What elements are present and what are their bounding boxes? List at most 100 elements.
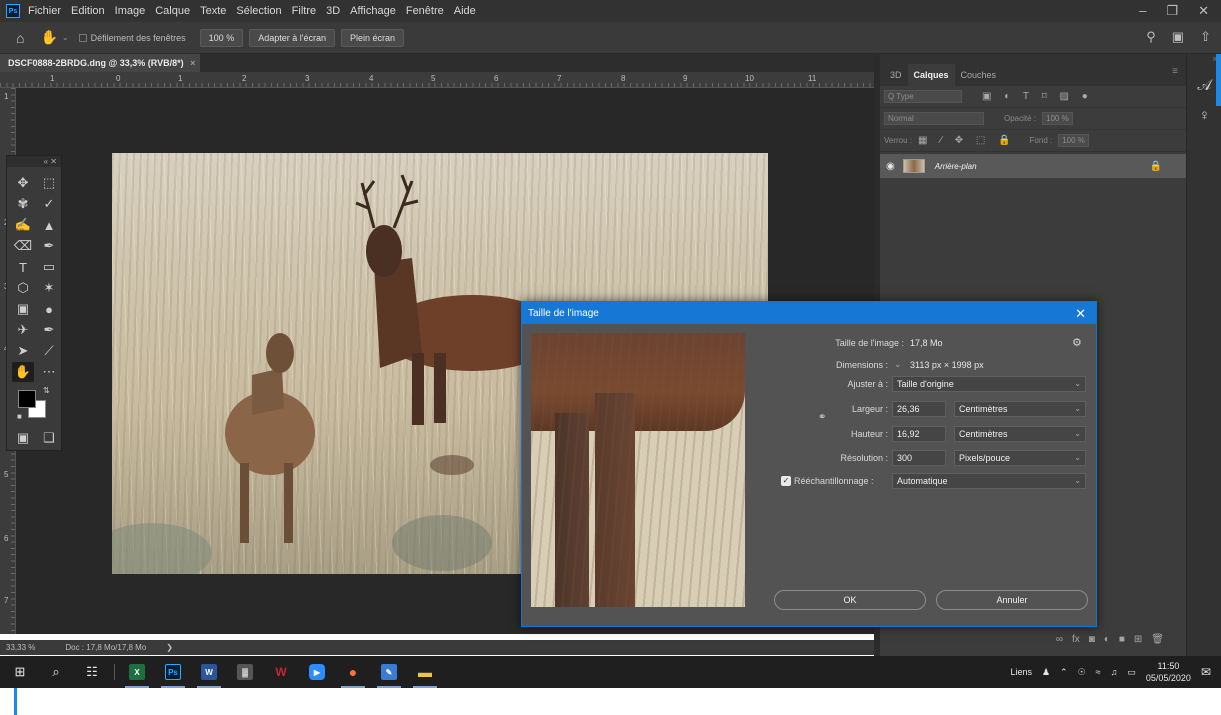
- close-tab-icon[interactable]: ×: [190, 58, 195, 68]
- resolution-unit-select[interactable]: Pixels/pouce ⌄: [954, 450, 1086, 466]
- link-layers-icon[interactable]: ∞: [1056, 634, 1063, 650]
- hand-tool-icon[interactable]: ✋: [12, 362, 34, 382]
- stamp-tool-icon[interactable]: ▲: [38, 215, 60, 235]
- word-app[interactable]: W: [191, 656, 227, 688]
- lasso-tool-icon[interactable]: ✾: [12, 194, 34, 214]
- quick-mask-icon[interactable]: ▣: [12, 428, 34, 448]
- lock-icons[interactable]: ▦ ∕ ✥ ⬚ 🔒: [918, 135, 1016, 146]
- menu-image[interactable]: Image: [115, 5, 146, 17]
- calculator-app[interactable]: ▓: [227, 656, 263, 688]
- default-colors-icon[interactable]: ■: [17, 412, 22, 421]
- height-unit-select[interactable]: Centimètres ⌄: [954, 426, 1086, 442]
- tools-panel-header[interactable]: « ✕: [7, 156, 61, 167]
- marquee-tool-icon[interactable]: ⬚: [38, 173, 60, 193]
- document-tab[interactable]: DSCF0888-2BRDG.dng @ 33,3% (RVB/8*) ×: [0, 54, 200, 72]
- fit-screen-button[interactable]: Adapter à l'écran: [249, 28, 335, 47]
- windows-start-icon[interactable]: ⊞: [2, 656, 38, 688]
- eraser-tool-icon[interactable]: ⌫: [12, 236, 34, 256]
- settings-gear-icon[interactable]: ⚙: [1072, 336, 1082, 349]
- menu-fenetre[interactable]: Fenêtre: [406, 5, 444, 17]
- restore-icon[interactable]: ❐: [1166, 3, 1178, 19]
- path-select-tool-icon[interactable]: ➤: [12, 341, 34, 361]
- ok-button[interactable]: OK: [774, 590, 926, 610]
- height-field[interactable]: 16,92: [892, 426, 946, 442]
- fill-screen-button[interactable]: Plein écran: [340, 28, 404, 47]
- fill-field[interactable]: 100 %: [1058, 134, 1089, 147]
- menu-texte[interactable]: Texte: [200, 5, 226, 17]
- resolution-field[interactable]: 300: [892, 450, 946, 466]
- tool-preset-chevron-icon[interactable]: ⌄: [62, 33, 69, 42]
- foreground-color-swatch[interactable]: [18, 390, 36, 408]
- volume-icon[interactable]: ♫: [1111, 667, 1118, 677]
- quick-select-tool-icon[interactable]: ✓: [38, 194, 60, 214]
- menu-3d[interactable]: 3D: [326, 5, 340, 17]
- dialog-title-bar[interactable]: Taille de l'image ✕: [522, 302, 1096, 324]
- menu-filtre[interactable]: Filtre: [292, 5, 316, 17]
- scroll-all-windows-checkbox[interactable]: Défilement des fenêtres: [78, 33, 186, 43]
- photoshop-app[interactable]: Ps: [155, 656, 191, 688]
- wifi-icon[interactable]: ≈: [1096, 667, 1101, 677]
- layer-name[interactable]: Arrière-plan: [935, 162, 977, 171]
- close-icon[interactable]: ✕: [1075, 306, 1086, 322]
- notifications-icon[interactable]: ✉: [1201, 665, 1211, 679]
- gradient-fill-tool-icon[interactable]: ▣: [12, 299, 34, 319]
- swap-colors-icon[interactable]: ⇅: [43, 386, 50, 395]
- share-icon[interactable]: ⇧: [1200, 29, 1211, 45]
- menu-selection[interactable]: Sélection: [236, 5, 281, 17]
- firefox-app[interactable]: ●: [335, 656, 371, 688]
- cancel-button[interactable]: Annuler: [936, 590, 1088, 610]
- battery-icon[interactable]: ▭: [1127, 667, 1136, 678]
- workspace-icon[interactable]: ▣: [1172, 29, 1184, 45]
- panel-menu-icon[interactable]: ≡: [1172, 66, 1178, 77]
- adjustment-layer-icon[interactable]: ◐: [1104, 634, 1110, 650]
- layer-row-background[interactable]: ◉ Arrière-plan 🔒: [880, 154, 1186, 178]
- type-tool-icon[interactable]: T: [12, 257, 34, 277]
- people-icon[interactable]: ♟: [1042, 667, 1050, 678]
- zoom-level[interactable]: 33,33 %: [6, 643, 35, 652]
- clock[interactable]: 11:50 05/05/2020: [1146, 660, 1191, 684]
- tab-couches[interactable]: Couches: [955, 64, 1003, 86]
- move-tool-icon[interactable]: ✥: [12, 173, 34, 193]
- layer-lock-icon[interactable]: 🔒: [1150, 161, 1162, 172]
- blur-tool-icon[interactable]: ●: [38, 299, 60, 319]
- home-icon[interactable]: ⌂: [16, 30, 24, 46]
- more-tools-icon[interactable]: ⋯: [38, 362, 60, 382]
- fit-to-select[interactable]: Taille d'origine ⌄: [892, 376, 1086, 392]
- zoom-100-button[interactable]: 100 %: [199, 28, 244, 47]
- custom-shape-tool-icon[interactable]: ✶: [38, 278, 60, 298]
- layer-filter-icons[interactable]: ▣ ◐ T ⌑ ▨ ●: [982, 91, 1093, 102]
- screen-mode-icon[interactable]: ❑: [38, 428, 60, 448]
- gradient-tool-icon[interactable]: ✒: [38, 236, 60, 256]
- eye-icon[interactable]: ◉: [886, 161, 895, 172]
- paint-app[interactable]: ✎: [371, 656, 407, 688]
- file-explorer-app[interactable]: ▬: [407, 656, 443, 688]
- close-icon[interactable]: ✕: [1198, 3, 1209, 19]
- minimize-icon[interactable]: –: [1139, 3, 1146, 19]
- zoom-app[interactable]: ▶: [299, 656, 335, 688]
- dodge-tool-icon[interactable]: ✈: [12, 320, 34, 340]
- resample-method-select[interactable]: Automatique ⌄: [892, 473, 1086, 489]
- add-mask-icon[interactable]: ◙: [1089, 634, 1095, 650]
- search-icon[interactable]: ⚲: [1146, 29, 1156, 45]
- checkbox-box[interactable]: [78, 33, 87, 42]
- menu-aide[interactable]: Aide: [454, 5, 476, 17]
- status-menu-arrow-icon[interactable]: ❯: [166, 643, 173, 652]
- show-hidden-icons[interactable]: ⌃: [1060, 667, 1068, 678]
- width-field[interactable]: 26,36: [892, 401, 946, 417]
- opacity-field[interactable]: 100 %: [1042, 112, 1073, 125]
- menu-calque[interactable]: Calque: [155, 5, 190, 17]
- rectangle-tool-icon[interactable]: ▭: [38, 257, 60, 277]
- layer-style-icon[interactable]: fx: [1072, 634, 1080, 650]
- tab-calques[interactable]: Calques: [907, 64, 955, 86]
- polygon-tool-icon[interactable]: ⬡: [12, 278, 34, 298]
- search-icon[interactable]: ⌕: [38, 656, 74, 688]
- menu-affichage[interactable]: Affichage: [350, 5, 396, 17]
- layer-filter-select[interactable]: Q Type: [884, 90, 962, 103]
- hand-tool-icon[interactable]: ✋: [40, 29, 57, 46]
- image-preview[interactable]: [531, 333, 745, 607]
- resample-checkbox[interactable]: ✓: [781, 476, 791, 486]
- security-icon[interactable]: ☉: [1078, 667, 1086, 678]
- task-view-icon[interactable]: ☷: [74, 656, 110, 688]
- new-layer-icon[interactable]: ⊞: [1134, 634, 1142, 650]
- horizontal-ruler[interactable]: 1 0 1 2 3 4 5 6 7 8 9 10 11: [0, 72, 874, 88]
